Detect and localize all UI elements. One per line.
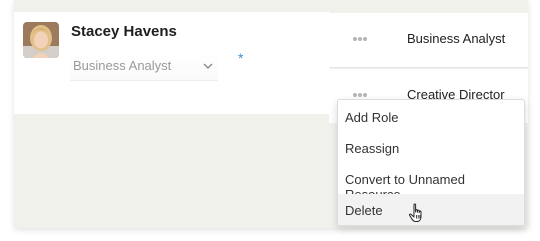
required-marker: *	[238, 50, 244, 66]
context-menu: Add Role Reassign Convert to Unnamed Res…	[337, 99, 525, 226]
menu-item-label: Delete	[345, 203, 383, 218]
hand-pointer-icon	[408, 203, 422, 222]
menu-item-label: Add Role	[345, 110, 399, 125]
resource-card: Stacey Havens Business Analyst *	[14, 12, 330, 114]
role-select[interactable]: Business Analyst	[70, 52, 218, 81]
more-dots-icon[interactable]	[352, 35, 368, 43]
menu-item-label: Reassign	[345, 141, 400, 156]
menu-item-convert[interactable]: Convert to Unnamed Resource	[338, 163, 524, 202]
role-select-value: Business Analyst	[73, 58, 172, 73]
menu-item-add-role[interactable]: Add Role	[338, 101, 524, 132]
menu-item-reassign[interactable]: Reassign	[338, 132, 524, 163]
avatar[interactable]	[23, 22, 59, 58]
person-name: Stacey Havens	[71, 23, 177, 40]
more-dots-icon[interactable]	[352, 91, 368, 99]
role-label: Business Analyst	[407, 31, 506, 46]
chevron-down-icon	[203, 63, 213, 69]
role-row: Business Analyst	[329, 13, 528, 68]
menu-item-delete[interactable]: Delete	[338, 194, 524, 225]
